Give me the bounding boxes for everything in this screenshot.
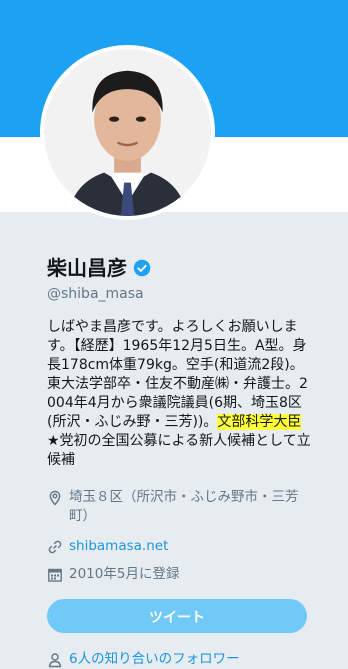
location-text: 埼玉８区（所沢市・ふじみ野市・三芳町）	[69, 489, 299, 524]
profile-avatar[interactable]	[40, 45, 215, 220]
followers-you-know: 6人の知り合いのフォロワー	[47, 650, 317, 669]
profile-bio: しばやま昌彦です。よろしくお願いします。【経歴】1965年12月5日生。A型。身…	[47, 318, 313, 470]
website-link[interactable]: shibamasa.net	[69, 537, 168, 556]
profile-handle[interactable]: @shiba_masa	[47, 286, 144, 302]
avatar-photo	[44, 49, 211, 216]
bio-highlight: 文部科学大臣	[217, 414, 302, 430]
profile-name-row: 柴山昌彦	[47, 255, 151, 281]
profile-name[interactable]: 柴山昌彦	[47, 255, 127, 281]
profile-website: shibamasa.net	[47, 537, 317, 556]
verified-badge-icon	[133, 259, 151, 277]
followers-you-know-link[interactable]: 6人の知り合いのフォロワー	[69, 650, 240, 669]
bio-text-continued: ★党初の全国公募による新人候補として立候補	[47, 433, 311, 468]
profile-joined: 2010年5月に登録	[47, 565, 317, 584]
location-pin-icon	[49, 490, 61, 506]
profile-location: 埼玉８区（所沢市・ふじみ野市・三芳町）	[47, 488, 317, 526]
link-icon	[48, 540, 62, 554]
tweet-to-user-button[interactable]: ツイート	[47, 599, 307, 633]
calendar-icon	[48, 568, 62, 582]
joined-date: 2010年5月に登録	[69, 566, 180, 582]
followers-icon	[48, 653, 62, 668]
